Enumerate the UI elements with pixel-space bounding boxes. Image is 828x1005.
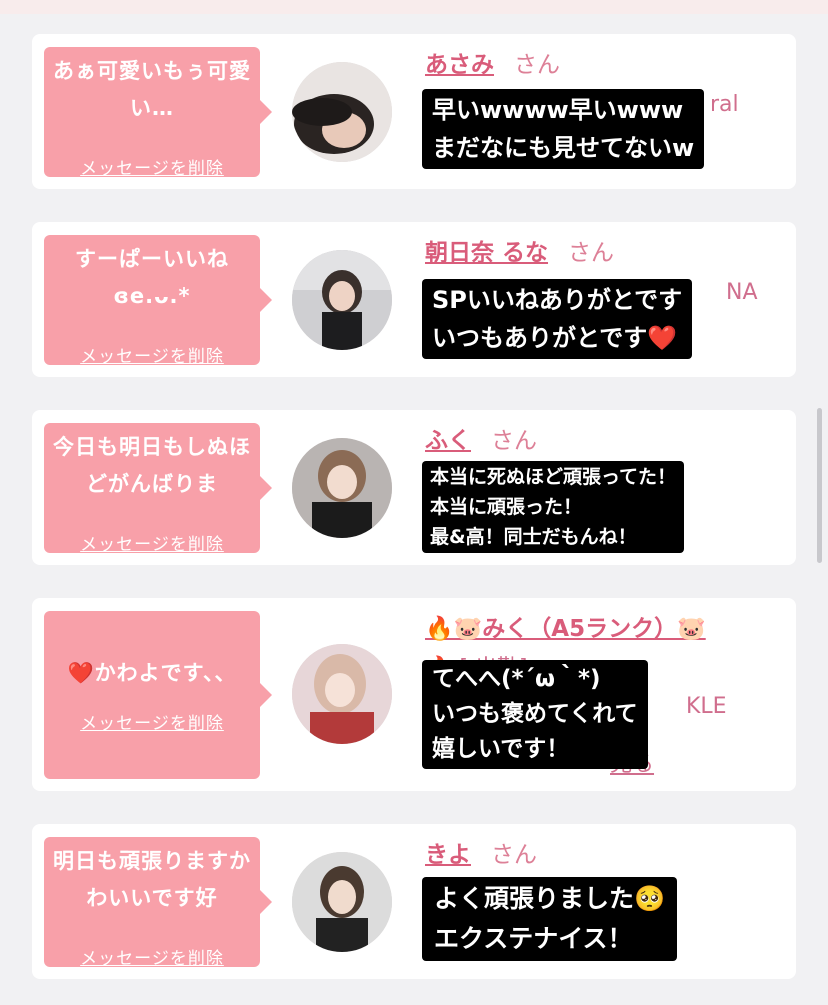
user-name-link[interactable]: あさみ bbox=[425, 52, 494, 78]
user-name-link[interactable]: 🔥🐷みく（A5ランク）🐷 bbox=[425, 616, 706, 642]
name-row: あさみ さん bbox=[425, 48, 560, 82]
reply-box: SPいいねありがとです いつもありがとです❤️ bbox=[422, 279, 693, 359]
delete-message-link[interactable]: メッセージを削除 bbox=[44, 530, 260, 555]
user-name-link[interactable]: 朝日奈 るな bbox=[425, 240, 548, 266]
message-text: 明日も頑張りますかわいいです好 bbox=[53, 849, 251, 910]
name-row: きよ さん bbox=[425, 838, 537, 872]
reply-line: まだなにも見せてないw bbox=[432, 134, 695, 162]
message-text: ❤️かわよです、、 bbox=[67, 661, 237, 685]
reply-line: 本当に頑張った！ bbox=[430, 496, 583, 518]
honorific: さん bbox=[491, 842, 537, 868]
reply-line: 早いwwww早いwww bbox=[432, 96, 684, 124]
avatar[interactable] bbox=[292, 62, 392, 162]
delete-message-link[interactable]: メッセージを削除 bbox=[44, 342, 260, 367]
message-card: すーぱーいいね ɞe.ᴗ.* メッセージを削除 NA 朝日奈 るな さん SPいい… bbox=[32, 222, 796, 377]
profile-subtext: KLE bbox=[686, 694, 727, 719]
delete-message-link[interactable]: メッセージを削除 bbox=[44, 154, 260, 179]
message-text: あぁ可愛いもぅ可愛い… bbox=[53, 59, 251, 120]
reply-box: 本当に死ぬほど頑張ってた！ 本当に頑張った！ 最&高！同士だもんね！ bbox=[422, 461, 685, 553]
reply-line: 本当に死ぬほど頑張ってた！ bbox=[430, 466, 677, 488]
message-text: すーぱーいいね ɞe.ᴗ.* bbox=[52, 241, 252, 315]
message-bubble: 明日も頑張りますかわいいです好 メッセージを削除 bbox=[44, 837, 272, 969]
message-card: ❤️かわよです、、 メッセージを削除 🔥🐷みく（A5ランク）🐷 🔥 [ 出勤] … bbox=[32, 598, 796, 791]
avatar[interactable] bbox=[292, 438, 392, 538]
delete-message-link[interactable]: メッセージを削除 bbox=[44, 944, 260, 969]
avatar[interactable] bbox=[292, 250, 392, 350]
reply-line: てへへ(*´ω｀*) bbox=[432, 666, 601, 692]
delete-message-link[interactable]: メッセージを削除 bbox=[44, 709, 260, 734]
reply-line: エクステナイス！ bbox=[434, 924, 633, 953]
message-bubble: すーぱーいいね ɞe.ᴗ.* メッセージを削除 bbox=[44, 235, 272, 367]
message-card: 明日も頑張りますかわいいです好 メッセージを削除 きよ さん よく頑張りました🥺 … bbox=[32, 824, 796, 979]
top-header-band bbox=[0, 0, 828, 14]
reply-line: SPいいねありがとです bbox=[432, 286, 683, 314]
message-bubble: ❤️かわよです、、 メッセージを削除 bbox=[44, 611, 272, 779]
name-row: 朝日奈 るな さん bbox=[425, 236, 614, 270]
avatar[interactable] bbox=[292, 644, 392, 744]
name-row: 🔥🐷みく（A5ランク）🐷 bbox=[425, 612, 706, 646]
reply-box: てへへ(*´ω｀*) いつも褒めてくれて 嬉しいです！ bbox=[422, 660, 648, 769]
reply-line: いつも褒めてくれて bbox=[432, 701, 638, 727]
reply-line: 最&高！同士だもんね！ bbox=[430, 526, 637, 548]
profile-subtext: ral bbox=[710, 92, 739, 117]
honorific: さん bbox=[568, 240, 615, 266]
reply-box: 早いwwww早いwww まだなにも見せてないw bbox=[422, 89, 705, 169]
message-bubble: 今日も明日もしぬほどがんばりま メッセージを削除 bbox=[44, 423, 272, 555]
message-line: すーぱーいいね ɞe.ᴗ.* bbox=[75, 247, 229, 308]
avatar[interactable] bbox=[292, 852, 392, 952]
reply-line: 嬉しいです！ bbox=[432, 736, 570, 762]
user-name-link[interactable]: ふく bbox=[425, 428, 471, 454]
message-card: あぁ可愛いもぅ可愛い… メッセージを削除 ral あさみ さん 早いwwww早いw… bbox=[32, 34, 796, 189]
scrollbar[interactable] bbox=[817, 408, 822, 563]
honorific: さん bbox=[491, 428, 537, 454]
name-row: ふく さん bbox=[425, 424, 537, 458]
reply-line: いつもありがとです❤️ bbox=[432, 324, 678, 352]
honorific: さん bbox=[514, 52, 560, 78]
reply-box: よく頑張りました🥺 エクステナイス！ bbox=[422, 877, 678, 961]
message-card: 今日も明日もしぬほどがんばりま メッセージを削除 ふく さん 本当に死ぬほど頑張っ… bbox=[32, 410, 796, 565]
reply-line: よく頑張りました🥺 bbox=[434, 884, 666, 913]
message-bubble: あぁ可愛いもぅ可愛い… メッセージを削除 bbox=[44, 47, 272, 179]
profile-subtext: NA bbox=[726, 280, 758, 305]
user-name-link[interactable]: きよ bbox=[425, 842, 471, 868]
message-text: 今日も明日もしぬほどがんばりま bbox=[53, 435, 251, 496]
